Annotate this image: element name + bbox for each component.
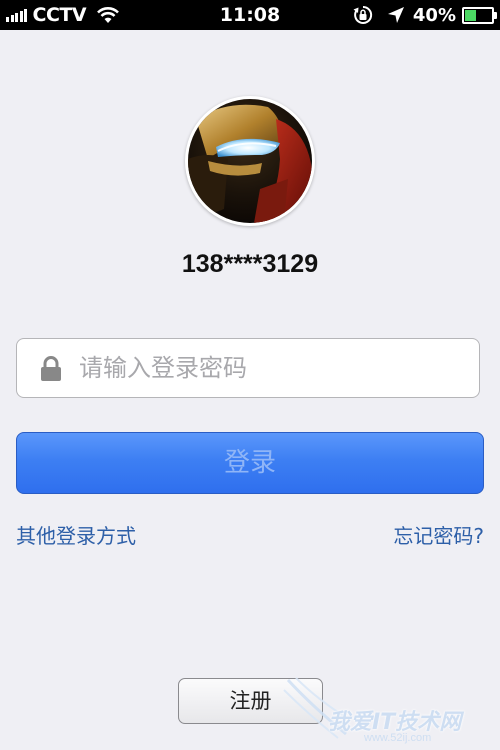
other-login-methods-link[interactable]: 其他登录方式 (16, 520, 136, 549)
location-arrow-icon (387, 6, 405, 24)
watermark: 我爱IT技术网 www.52ij.com (282, 676, 497, 746)
account-username: 138****3129 (181, 250, 319, 278)
battery-level (465, 9, 477, 21)
status-right: 40% (353, 0, 497, 30)
forgot-password-link[interactable]: 忘记密码? (393, 520, 484, 549)
status-bar: CCTV 11:08 40% (0, 0, 500, 30)
lock-icon (38, 356, 64, 386)
watermark-url: www.52ij.com (364, 732, 432, 744)
rotation-lock-icon (353, 5, 373, 25)
battery-icon (462, 6, 497, 24)
login-button[interactable]: 登录 (16, 432, 484, 494)
password-field[interactable] (16, 338, 480, 398)
battery-percentage: 40% (412, 4, 456, 26)
password-input[interactable] (79, 339, 459, 397)
avatar[interactable] (185, 96, 315, 226)
iron-man-avatar-icon (188, 99, 312, 223)
